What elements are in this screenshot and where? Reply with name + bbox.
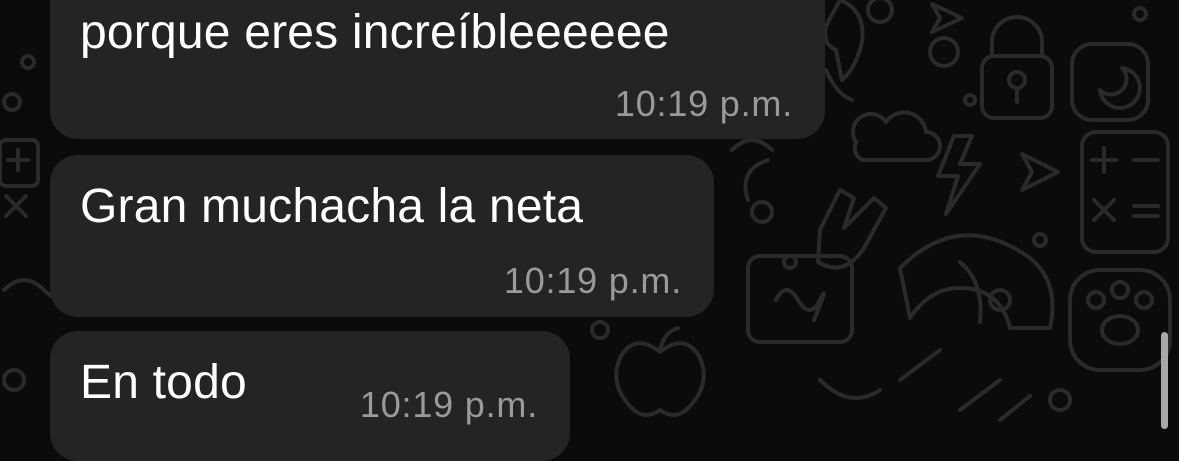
message-text: Gran muchacha la neta: [80, 180, 584, 233]
message-bubble[interactable]: En todo 10:19 p.m.: [50, 331, 570, 461]
message-text: porque eres increíbleeeeee: [80, 6, 670, 59]
message-timestamp: 10:19 p.m.: [614, 83, 793, 124]
chat-message-list[interactable]: porque eres increíbleeeeee 10:19 p.m. Gr…: [0, 0, 1179, 461]
message-text: En todo: [80, 356, 247, 409]
message-timestamp: 10:19 p.m.: [503, 260, 682, 301]
message-bubble[interactable]: porque eres increíbleeeeee 10:19 p.m.: [50, 0, 825, 139]
message-bubble[interactable]: Gran muchacha la neta 10:19 p.m.: [50, 155, 714, 317]
scrollbar-thumb[interactable]: [1161, 332, 1168, 429]
message-timestamp: 10:19 p.m.: [359, 384, 538, 425]
